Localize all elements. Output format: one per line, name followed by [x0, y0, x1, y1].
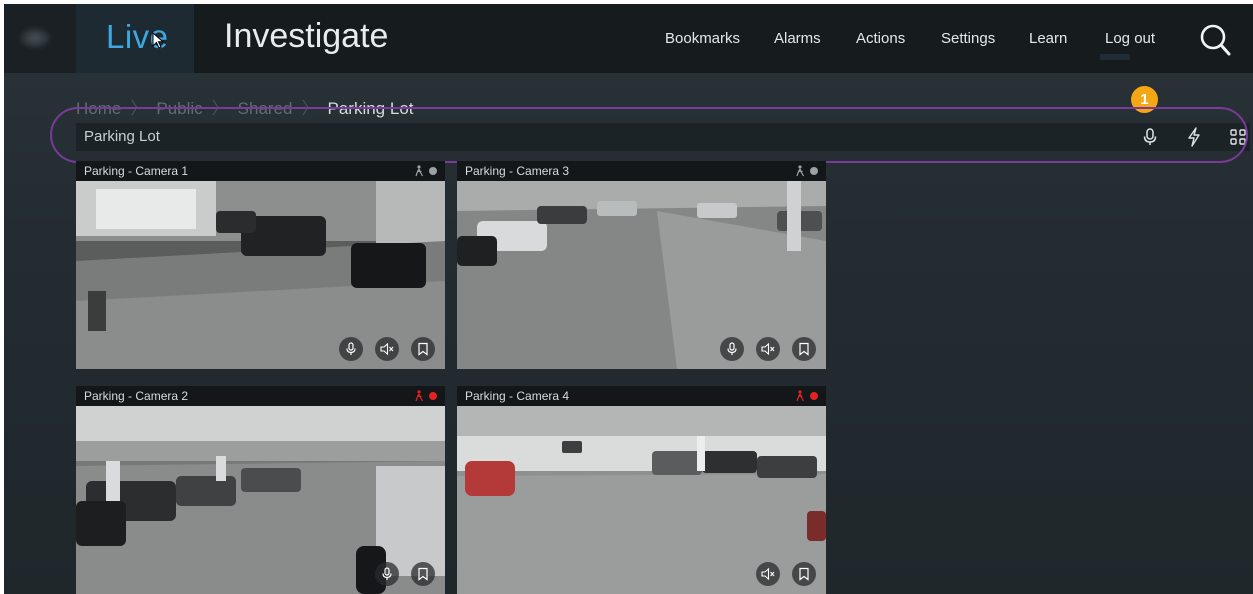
camera-title: Parking - Camera 4	[465, 389, 570, 403]
camera-tile-2[interactable]: Parking - Camera 2	[76, 386, 445, 594]
camera-header: Parking - Camera 1	[76, 161, 445, 181]
camera-controls	[720, 337, 816, 361]
motion-icon	[796, 165, 805, 177]
search-icon	[1200, 24, 1231, 56]
motion-icon	[415, 390, 424, 402]
camera-status	[414, 165, 437, 177]
camera-title: Parking - Camera 2	[84, 389, 189, 403]
camera-microphone-button[interactable]	[339, 337, 363, 361]
camera-bookmark-button[interactable]	[411, 337, 435, 361]
nav-underline	[1100, 54, 1130, 60]
tab-investigate[interactable]: Investigate	[224, 17, 388, 56]
camera-header: Parking - Camera 4	[457, 386, 826, 406]
recording-dot	[810, 392, 818, 400]
nav-settings[interactable]: Settings	[941, 30, 995, 47]
recording-dot	[429, 392, 437, 400]
bookmark-icon	[418, 567, 428, 581]
camera-bookmark-button[interactable]	[792, 337, 816, 361]
microphone-icon	[727, 342, 737, 355]
camera-status	[414, 390, 437, 402]
camera-mute-button[interactable]	[756, 337, 780, 361]
status-dot	[810, 167, 818, 175]
app-window: Live Investigate Bookmarks Alarms Action…	[4, 4, 1253, 594]
nav-bookmarks[interactable]: Bookmarks	[665, 30, 740, 47]
tab-live[interactable]: Live	[76, 4, 194, 73]
camera-tile-3[interactable]: Parking - Camera 3	[457, 161, 826, 369]
nav-actions[interactable]: Actions	[856, 30, 905, 47]
speaker-mute-icon	[761, 567, 775, 581]
camera-microphone-button[interactable]	[720, 337, 744, 361]
camera-controls	[756, 562, 816, 586]
camera-header: Parking - Camera 2	[76, 386, 445, 406]
camera-controls	[375, 562, 435, 586]
nav-alarms[interactable]: Alarms	[774, 30, 821, 47]
camera-header: Parking - Camera 3	[457, 161, 826, 181]
nav-log-out[interactable]: Log out	[1105, 30, 1155, 47]
bookmark-icon	[799, 567, 809, 581]
motion-icon	[796, 390, 805, 402]
highlight-outline	[50, 107, 1248, 163]
top-bar: Live Investigate Bookmarks Alarms Action…	[4, 4, 1253, 73]
search-button[interactable]	[1198, 21, 1232, 57]
camera-mute-button[interactable]	[756, 562, 780, 586]
camera-bookmark-button[interactable]	[792, 562, 816, 586]
camera-tile-1[interactable]: Parking - Camera 1	[76, 161, 445, 369]
camera-microphone-button[interactable]	[375, 562, 399, 586]
mouse-cursor-icon	[152, 32, 165, 49]
camera-bookmark-button[interactable]	[411, 562, 435, 586]
camera-status	[795, 390, 818, 402]
speaker-mute-icon	[380, 342, 394, 356]
nav-learn[interactable]: Learn	[1029, 30, 1067, 47]
camera-title: Parking - Camera 3	[465, 164, 570, 178]
status-dot	[429, 167, 437, 175]
logo	[4, 4, 76, 73]
motion-icon	[415, 165, 424, 177]
camera-mute-button[interactable]	[375, 337, 399, 361]
camera-status	[795, 165, 818, 177]
camera-title: Parking - Camera 1	[84, 164, 189, 178]
camera-tile-4[interactable]: Parking - Camera 4	[457, 386, 826, 594]
microphone-icon	[382, 567, 392, 580]
bookmark-icon	[418, 342, 428, 356]
speaker-mute-icon	[761, 342, 775, 356]
camera-controls	[339, 337, 435, 361]
microphone-icon	[346, 342, 356, 355]
bookmark-icon	[799, 342, 809, 356]
